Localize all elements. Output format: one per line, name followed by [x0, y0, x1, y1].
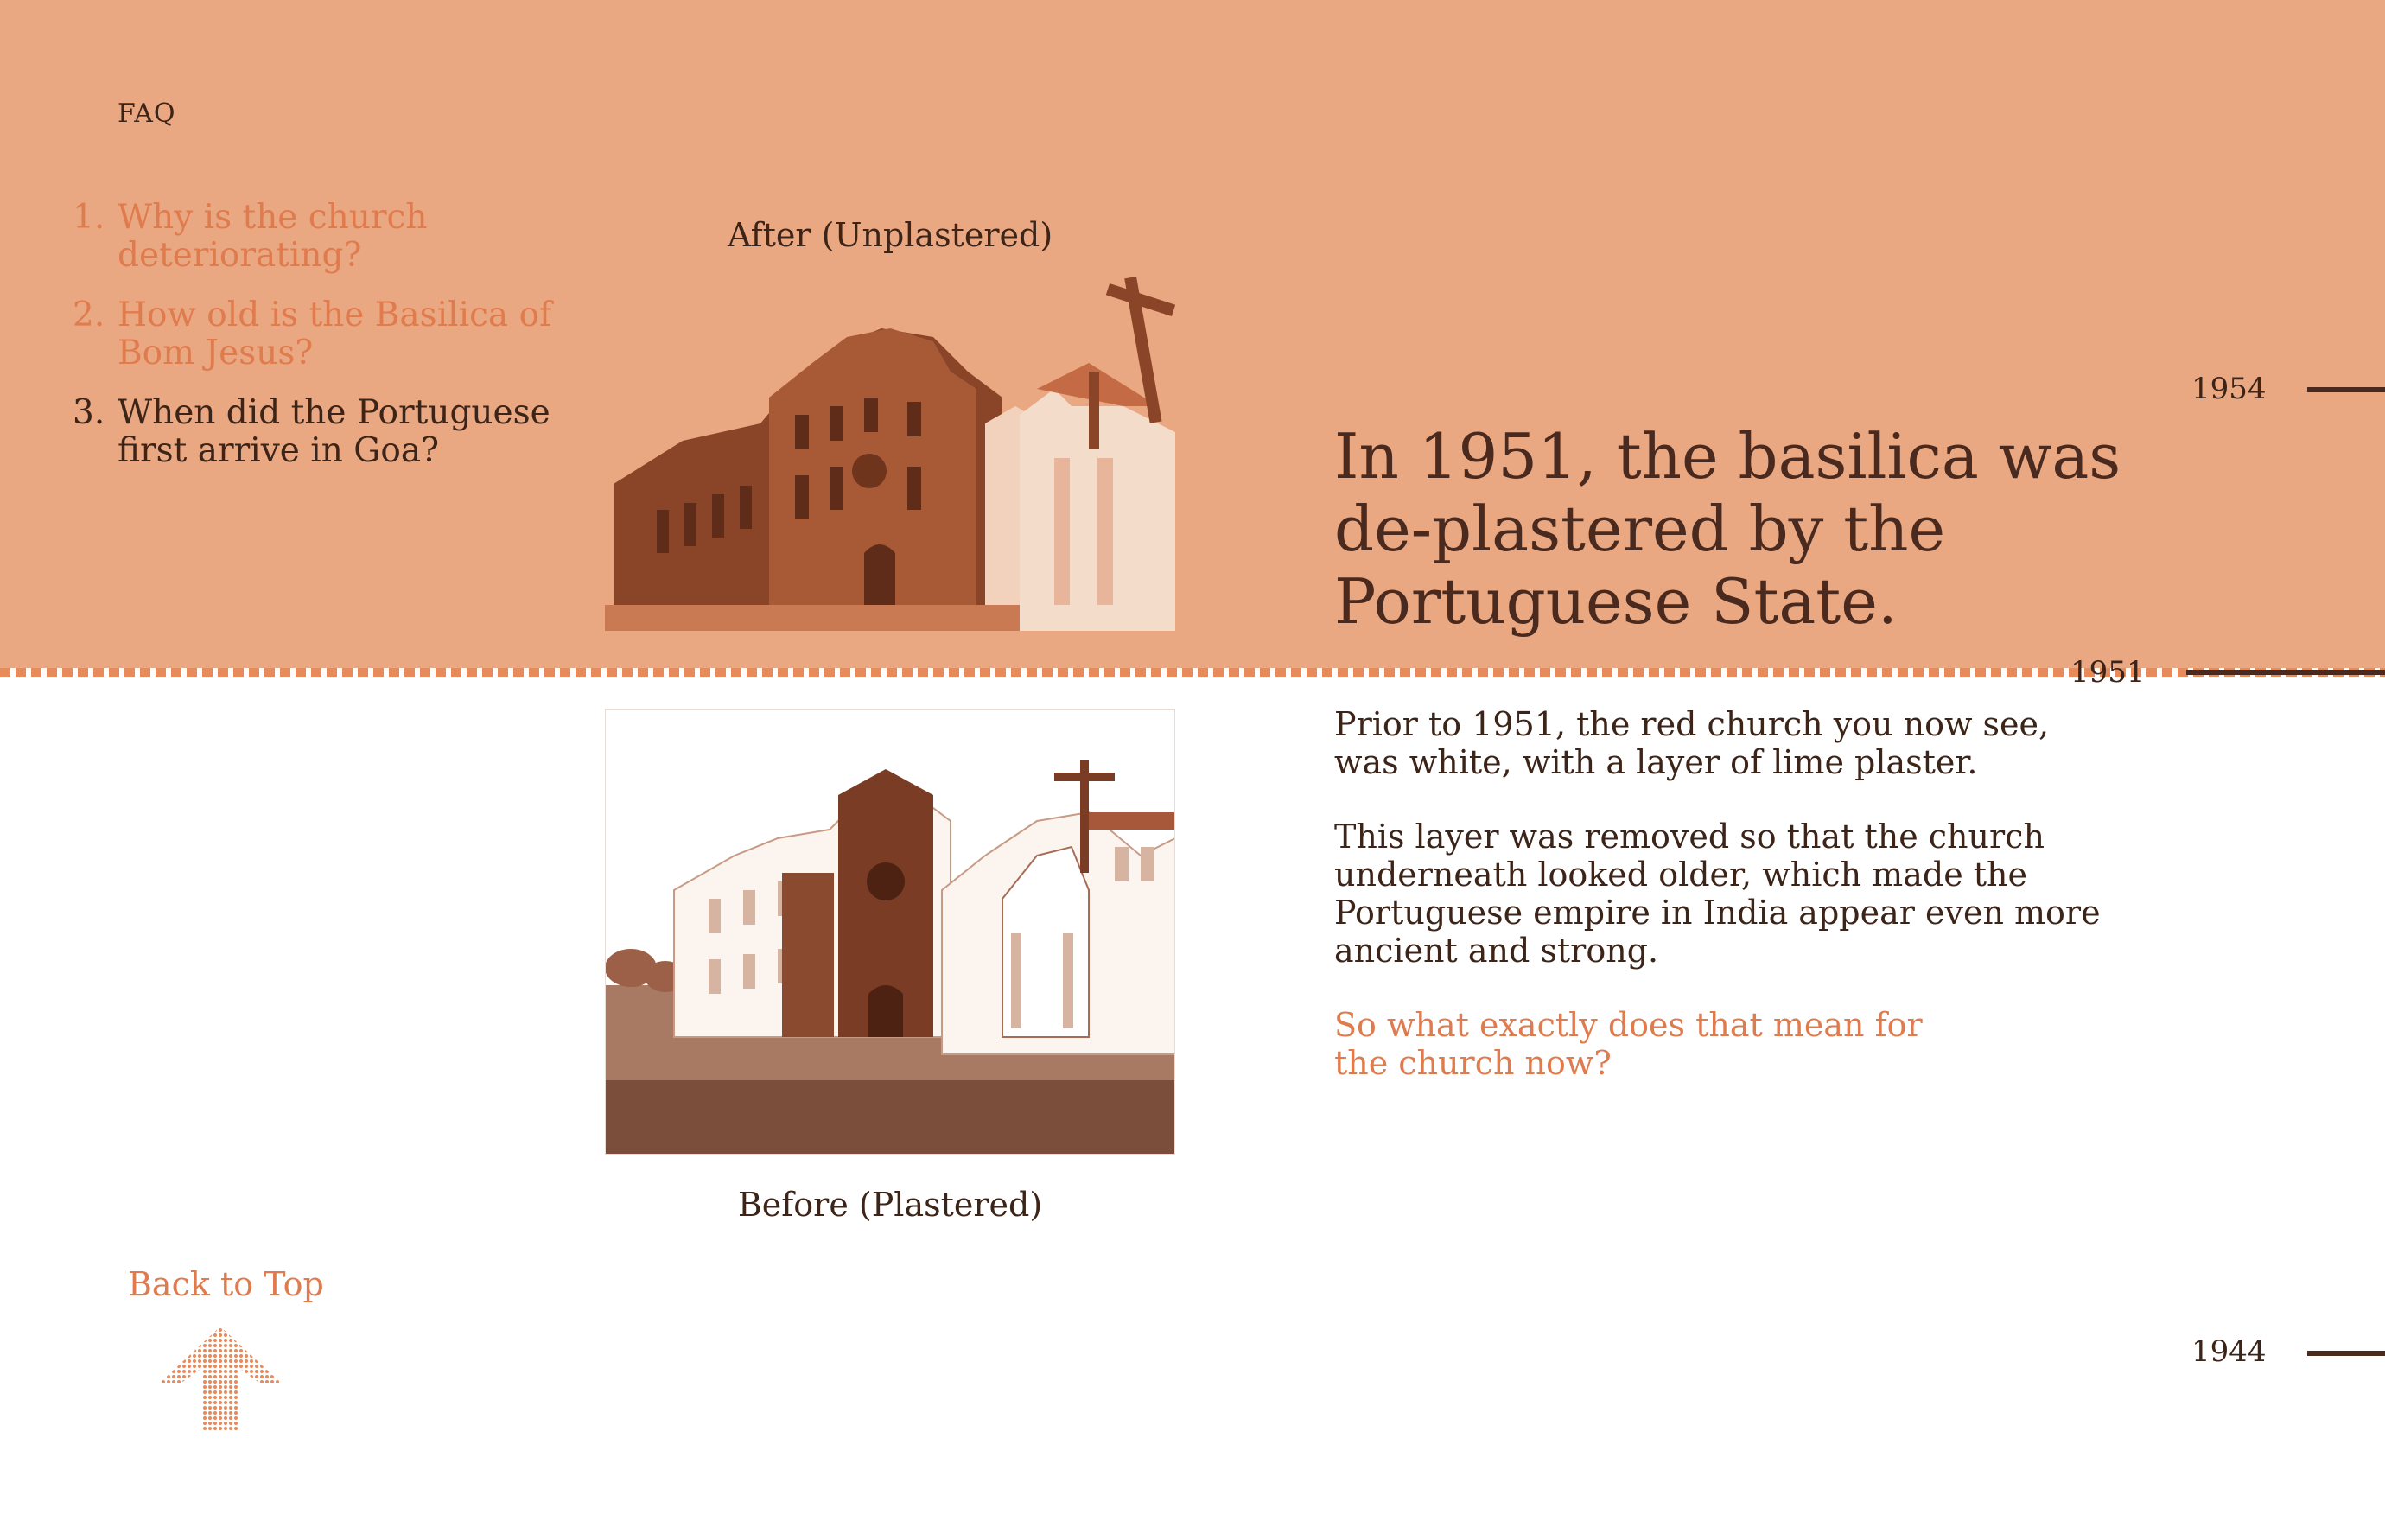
arrow-up-icon[interactable] — [156, 1322, 285, 1435]
next-question-link[interactable]: So what exactly does that mean for the c… — [1334, 1006, 1939, 1082]
timeline-tick-top — [2307, 387, 2385, 392]
back-to-top-link[interactable]: Back to Top — [128, 1265, 324, 1303]
before-caption: Before (Plastered) — [737, 1186, 1043, 1224]
before-church-photo — [605, 709, 1175, 1155]
article-headline: In 1951, the basilica was de-plastered b… — [1334, 420, 2121, 638]
faq-link[interactable]: FAQ — [118, 99, 175, 129]
faq-item-2[interactable]: 2. How old is the Basilica of Bom Jesus? — [73, 296, 608, 372]
faq-item-text: When did the Portuguese first arrive in … — [118, 393, 550, 470]
faq-item-text: How old is the Basilica of Bom Jesus? — [118, 296, 552, 372]
after-caption: After (Unplastered) — [727, 216, 1053, 254]
faq-list: 1. Why is the church deteriorating? 2. H… — [73, 199, 608, 492]
faq-item-3-active[interactable]: 3. When did the Portuguese first arrive … — [73, 394, 608, 470]
timeline-year-current[interactable]: 1951 — [2070, 655, 2146, 690]
timeline-tick-bottom — [2307, 1351, 2385, 1356]
article-paragraph-1: Prior to 1951, the red church you now se… — [1334, 705, 2050, 781]
after-church-photo — [605, 276, 1175, 631]
faq-item-number: 3. — [73, 393, 105, 432]
article-paragraph-2: This layer was removed so that the churc… — [1334, 818, 2101, 970]
timeline-year-bottom[interactable]: 1944 — [2191, 1334, 2267, 1369]
faq-item-number: 2. — [73, 296, 105, 334]
faq-item-1[interactable]: 1. Why is the church deteriorating? — [73, 199, 608, 275]
faq-item-text: Why is the church deteriorating? — [118, 198, 428, 275]
faq-item-number: 1. — [73, 198, 105, 237]
article-body: Prior to 1951, the red church you now se… — [1334, 705, 2112, 1006]
timeline-year-top[interactable]: 1954 — [2191, 372, 2267, 406]
dashed-divider — [0, 668, 2385, 677]
timeline-tick-current — [2186, 670, 2385, 675]
